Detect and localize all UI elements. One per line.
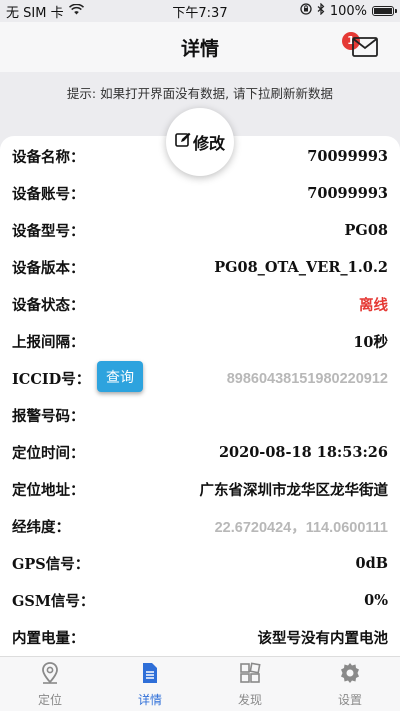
- row-label: 定位地址：: [12, 482, 85, 499]
- tab-location[interactable]: 定位: [0, 657, 100, 711]
- row-label: 设备状态：: [12, 297, 85, 314]
- row-device-version: 设备版本： PG08_OTA_VER_1.0.2: [0, 249, 400, 286]
- row-device-model: 设备型号： PG08: [0, 212, 400, 249]
- row-value: 10秒: [353, 334, 388, 351]
- row-gps-signal: GPS信号： 0dB: [0, 545, 400, 582]
- row-report-interval: 上报间隔： 10秒: [0, 323, 400, 360]
- row-label: 设备名称：: [12, 149, 85, 166]
- row-value: 22.6720424，114.0600111: [214, 520, 388, 536]
- edit-button[interactable]: 修改: [166, 108, 234, 176]
- row-label: GPS信号：: [12, 556, 90, 573]
- row-coordinates: 经纬度： 22.6720424，114.0600111: [0, 508, 400, 545]
- row-location-address: 定位地址： 广东省深圳市龙华区龙华街道: [0, 471, 400, 508]
- row-value: 8986043815198022091​2: [226, 370, 388, 387]
- battery-icon: [372, 6, 397, 16]
- status-right: 100%: [300, 2, 397, 19]
- edit-button-label: 修改: [192, 134, 225, 153]
- tab-details[interactable]: 详情: [100, 657, 200, 711]
- row-value: 广东省深圳市龙华区龙华街道: [199, 483, 389, 499]
- tab-bar: 定位 详情 发现 设置: [0, 656, 400, 711]
- orientation-lock-icon: [300, 3, 312, 19]
- row-alarm-number: 报警号码：: [0, 397, 400, 434]
- tab-label: 发现: [237, 692, 262, 707]
- query-button[interactable]: 查询: [97, 361, 143, 392]
- row-location-time: 定位时间： 2020-08-18 18:53:26: [0, 434, 400, 471]
- row-label: 设备账号：: [12, 186, 85, 203]
- row-label: ICCID号：: [12, 371, 91, 388]
- page-title: 详情: [180, 37, 219, 60]
- tab-settings[interactable]: 设置: [300, 657, 400, 711]
- mail-icon[interactable]: [352, 37, 378, 57]
- row-device-status: 设备状态： 离线: [0, 286, 400, 323]
- status-left: 无 SIM 卡: [6, 2, 84, 21]
- row-value: 2020-08-18 18:53:26: [218, 444, 388, 461]
- battery-fill: [374, 8, 392, 14]
- document-icon: [138, 661, 162, 688]
- row-gsm-signal: GSM信号： 0%: [0, 582, 400, 619]
- battery-percent: 100%: [329, 3, 367, 19]
- nav-bar: 详情 1: [0, 22, 400, 72]
- gear-icon: [338, 661, 362, 688]
- row-value: 70099993: [307, 185, 388, 202]
- tab-label: 定位: [37, 692, 62, 707]
- row-value: 0dB: [355, 555, 388, 572]
- row-value: 该型号没有内置电池: [257, 631, 389, 647]
- row-label: 上报间隔：: [12, 334, 85, 351]
- row-label: 经纬度：: [12, 519, 70, 536]
- row-value: PG08_OTA_VER_1.0.2: [214, 259, 388, 276]
- carrier-text: 无 SIM 卡: [6, 5, 64, 21]
- row-label: 设备型号：: [12, 223, 85, 240]
- bluetooth-icon: [317, 2, 325, 19]
- row-value: 0%: [364, 592, 388, 609]
- status-bar: 无 SIM 卡 下午7:37 100%: [0, 0, 400, 22]
- edit-icon: [175, 132, 191, 152]
- tab-label: 详情: [137, 692, 162, 707]
- row-battery: 内置电量： 该型号没有内置电池: [0, 619, 400, 656]
- row-label: GSM信号：: [12, 593, 95, 610]
- row-label: 报警号码：: [12, 408, 85, 425]
- tab-discover[interactable]: 发现: [200, 657, 300, 711]
- row-device-account: 设备账号： 70099993: [0, 175, 400, 212]
- row-value: PG08: [344, 222, 388, 239]
- row-label: 内置电量：: [12, 630, 85, 647]
- row-label: 定位时间：: [12, 445, 85, 462]
- row-label: 设备版本：: [12, 260, 85, 277]
- location-pin-icon: [38, 661, 62, 688]
- status-value: 离线: [359, 298, 388, 314]
- grid-icon: [238, 661, 262, 688]
- wifi-icon: [68, 3, 84, 19]
- row-value: 70099993: [307, 148, 388, 165]
- row-iccid: ICCID号： 8986043815198022091​2: [0, 360, 400, 397]
- tab-label: 设置: [337, 692, 362, 707]
